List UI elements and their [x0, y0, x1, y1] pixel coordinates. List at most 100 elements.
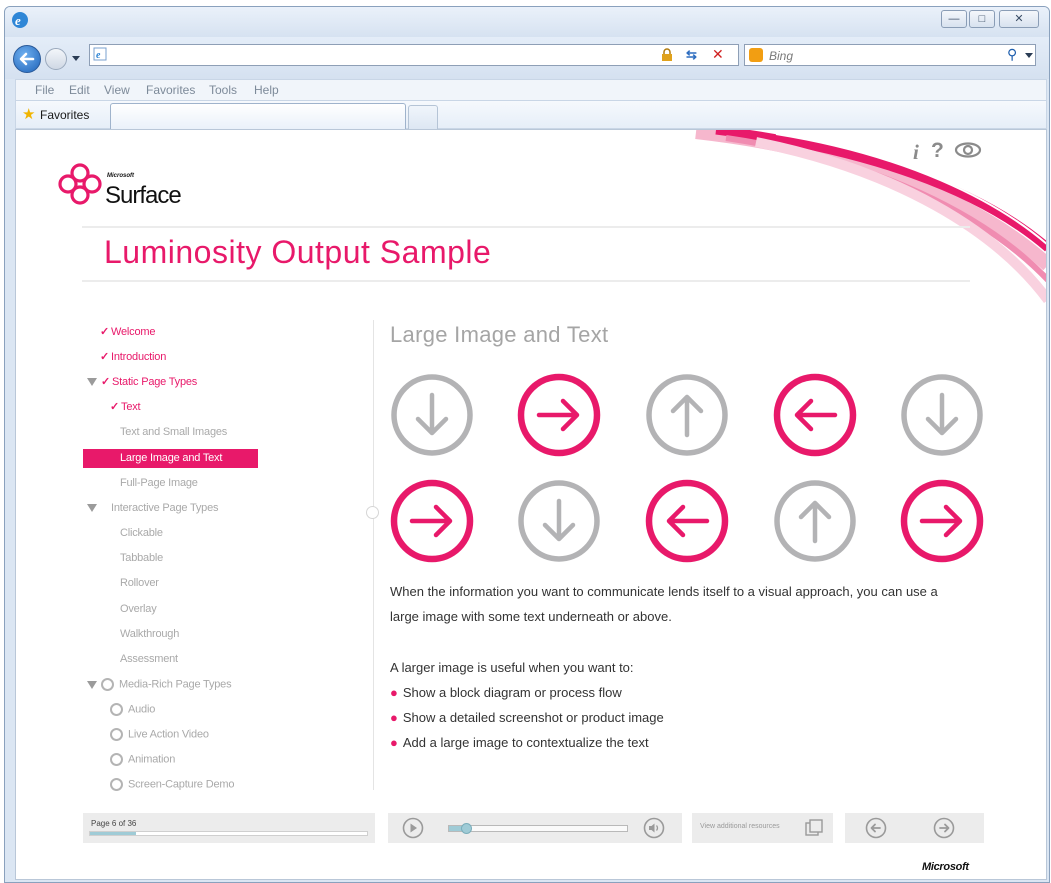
audio-slider[interactable] [448, 825, 628, 832]
nav-tabbable[interactable]: Tabbable [120, 552, 163, 564]
nav-live-action-video[interactable]: Live Action Video [110, 728, 209, 741]
audio-slider-knob[interactable] [461, 823, 472, 834]
svg-text:e: e [15, 13, 21, 28]
next-page-icon[interactable] [933, 817, 955, 839]
menu-view[interactable]: View [104, 83, 130, 97]
resources-link[interactable]: View additional resources [700, 823, 780, 830]
paragraph-line-2: large image with some text underneath or… [390, 609, 672, 624]
close-button[interactable]: ✕ [999, 10, 1039, 28]
arrow-down-icon [517, 479, 601, 563]
minimize-button[interactable]: — [941, 10, 967, 28]
expand-triangle-icon[interactable] [87, 378, 97, 387]
page-navigation-panel [845, 813, 984, 843]
media-icon [110, 753, 123, 766]
nav-animation[interactable]: Animation [110, 753, 175, 766]
resources-icon[interactable] [804, 818, 824, 838]
page-title: Luminosity Output Sample [104, 234, 492, 270]
nav-assessment[interactable]: Assessment [120, 653, 178, 665]
decorative-swoosh [695, 130, 1046, 303]
nav-static-page-types[interactable]: ✓ Static Page Types [87, 375, 197, 388]
nav-large-image-and-text[interactable]: Large Image and Text [120, 452, 222, 464]
surface-flower-logo [56, 162, 104, 206]
back-button[interactable] [13, 45, 41, 73]
help-icon[interactable]: ? [931, 139, 944, 163]
page-icon: e [93, 47, 107, 61]
forward-button[interactable] [45, 48, 67, 70]
nav-text[interactable]: ✓ Text [110, 400, 141, 413]
nav-text-and-small-images[interactable]: Text and Small Images [120, 426, 227, 438]
expand-triangle-icon[interactable] [87, 680, 97, 689]
media-icon [101, 678, 114, 691]
arrow-right-icon [390, 479, 474, 563]
previous-page-icon[interactable] [865, 817, 887, 839]
title-bar: e — □ ✕ [5, 7, 1049, 37]
paragraph-line-1: When the information you want to communi… [390, 584, 938, 599]
title-rule-bottom [82, 280, 970, 282]
title-rule-top [82, 226, 970, 228]
volume-icon[interactable] [643, 817, 665, 839]
nav-walkthrough[interactable]: Walkthrough [120, 628, 179, 640]
progress-track [89, 831, 368, 836]
arrow-up-icon [773, 479, 857, 563]
bing-icon [749, 48, 763, 62]
media-icon [110, 703, 123, 716]
arrow-right-icon [900, 479, 984, 563]
nav-full-page-image[interactable]: Full-Page Image [120, 477, 198, 489]
menu-edit[interactable]: Edit [69, 83, 90, 97]
search-dropdown-icon[interactable] [1025, 53, 1033, 58]
arrow-left-icon [773, 373, 857, 457]
list-intro: A larger image is useful when you want t… [390, 660, 634, 675]
nav-collapse-handle[interactable] [366, 506, 379, 519]
favorites-button[interactable]: Favorites [40, 108, 89, 122]
nav-overlay[interactable]: Overlay [120, 603, 157, 615]
info-icon[interactable]: i [913, 140, 919, 165]
surface-wordmark: Surface [105, 182, 182, 209]
section-title: Large Image and Text [390, 322, 609, 347]
arrow-down-icon [900, 373, 984, 457]
favorites-bar: ★ Favorites [15, 101, 1047, 129]
microsoft-footer-logo: Microsoft [922, 861, 969, 873]
arrow-up-icon [645, 373, 729, 457]
list-item: ● Add a large image to contextualize the … [390, 735, 649, 750]
active-tab[interactable] [110, 103, 406, 129]
expand-triangle-icon[interactable] [87, 504, 97, 513]
media-icon [110, 778, 123, 791]
progress-fill [90, 832, 137, 835]
menu-favorites[interactable]: Favorites [146, 83, 195, 97]
nav-media-rich-page-types[interactable]: Media-Rich Page Types [87, 678, 232, 691]
stop-icon[interactable]: ✕ [712, 46, 724, 63]
play-icon[interactable] [402, 817, 424, 839]
new-tab-button[interactable] [408, 105, 438, 129]
svg-text:e: e [96, 50, 101, 61]
resources-panel[interactable]: View additional resources [692, 813, 833, 843]
search-icon[interactable]: ⚲ [1007, 46, 1017, 63]
compatibility-icon[interactable]: ⇆ [686, 47, 697, 63]
audio-panel [388, 813, 682, 843]
nav-clickable[interactable]: Clickable [120, 527, 163, 539]
nav-welcome[interactable]: ✓ Welcome [100, 325, 155, 338]
nav-screen-capture-demo[interactable]: Screen-Capture Demo [110, 778, 234, 791]
menu-help[interactable]: Help [254, 83, 279, 97]
address-bar[interactable]: e ⇆ ✕ [89, 44, 739, 66]
nav-interactive-page-types[interactable]: Interactive Page Types [87, 502, 219, 514]
search-input[interactable]: Bing [769, 49, 793, 63]
eye-icon[interactable] [954, 142, 982, 158]
nav-rollover[interactable]: Rollover [120, 577, 159, 589]
ie-logo-icon: e [11, 11, 29, 29]
menu-file[interactable]: File [35, 83, 54, 97]
nav-introduction[interactable]: ✓ Introduction [100, 350, 166, 363]
list-item: ● Show a block diagram or process flow [390, 685, 622, 700]
arrow-down-icon [390, 373, 474, 457]
progress-panel: Page 6 of 36 [83, 813, 375, 843]
maximize-button[interactable]: □ [969, 10, 995, 28]
nav-audio[interactable]: Audio [110, 703, 155, 716]
history-dropdown-icon[interactable] [72, 56, 80, 61]
page-indicator: Page 6 of 36 [91, 819, 137, 828]
list-item: ● Show a detailed screenshot or product i… [390, 710, 664, 725]
lock-icon [660, 48, 674, 67]
page-content: i ? Microsoft Surface Luminosity Output … [15, 129, 1047, 880]
search-box[interactable]: Bing ⚲ [744, 44, 1036, 66]
microsoft-small-label: Microsoft [107, 173, 134, 179]
media-icon [110, 728, 123, 741]
menu-tools[interactable]: Tools [209, 83, 237, 97]
